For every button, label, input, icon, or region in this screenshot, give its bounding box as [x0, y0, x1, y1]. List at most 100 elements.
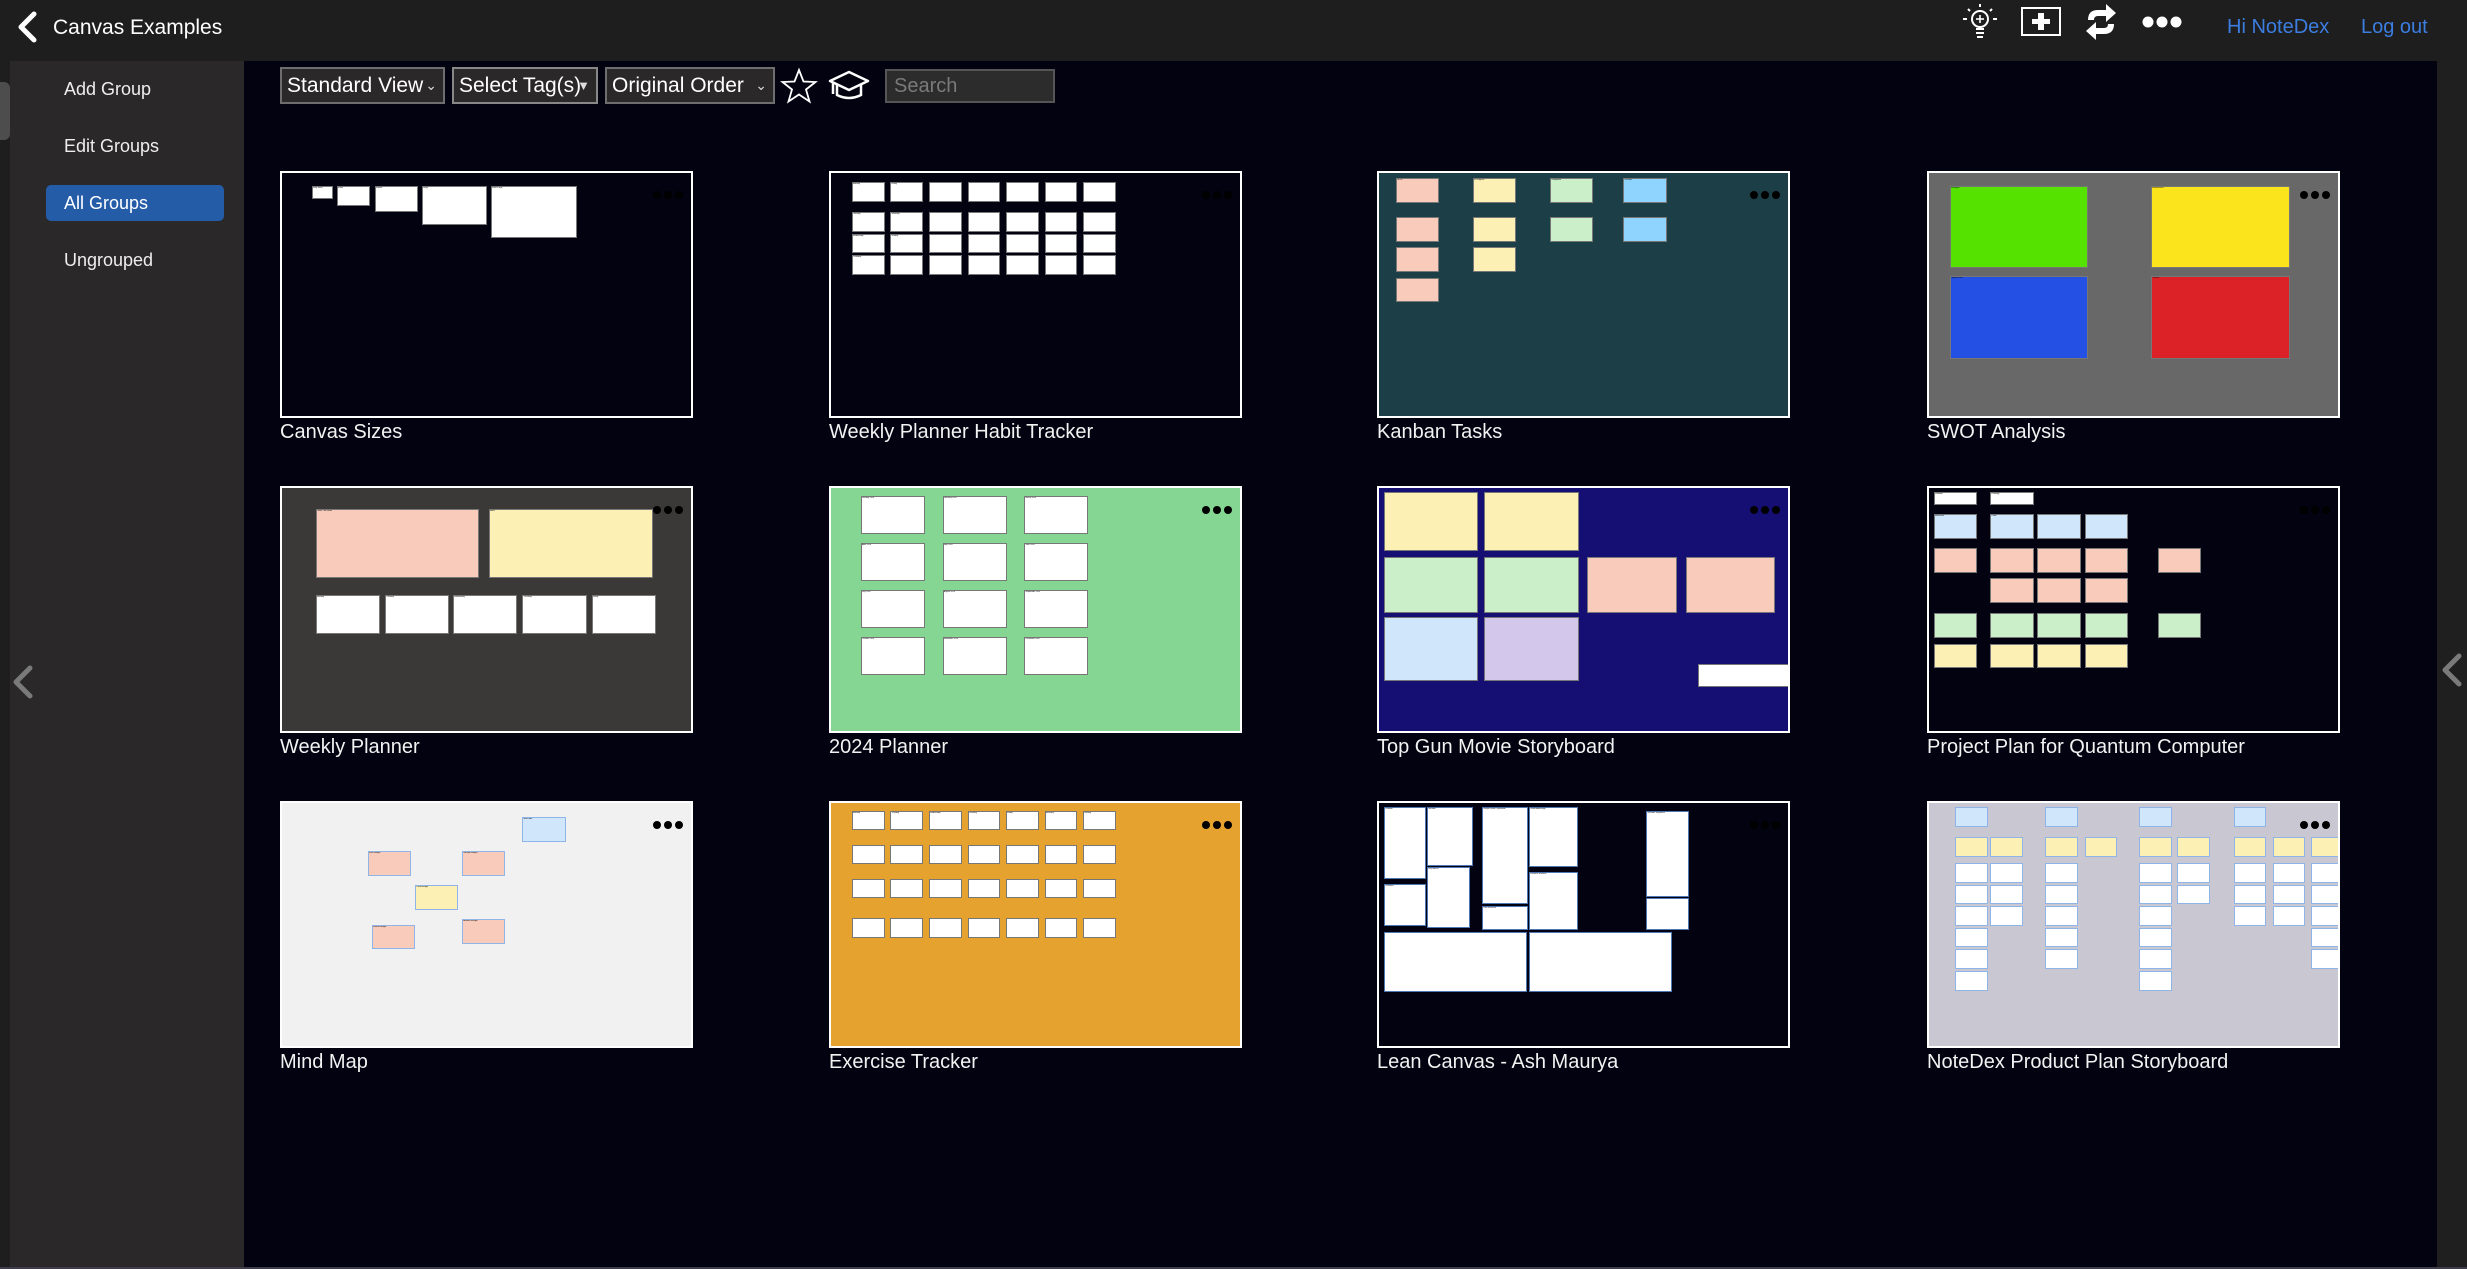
thumbnail-note: [2139, 884, 2173, 905]
canvas-options-button[interactable]: [1202, 191, 1232, 199]
more-dot-icon: [2311, 821, 2319, 829]
thumbnail-note: [2233, 863, 2267, 883]
thumbnail-note: [1044, 255, 1078, 275]
canvas-options-button[interactable]: [2300, 821, 2330, 829]
thumbnail-note: [929, 182, 962, 202]
more-menu-button[interactable]: [2140, 0, 2184, 44]
thumbnail-note: [1395, 277, 1440, 303]
canvas-title[interactable]: Weekly Planner Habit Tracker: [829, 421, 1093, 444]
more-dot-icon: [675, 821, 683, 829]
canvas-title[interactable]: Mind Map: [280, 1051, 368, 1074]
back-button[interactable]: [10, 10, 46, 46]
more-dot-icon: [1761, 821, 1769, 829]
thumbnail-note: Monday: [315, 595, 380, 635]
sync-button[interactable]: [2081, 0, 2121, 44]
canvas-title[interactable]: Project Plan for Quantum Computer: [1927, 736, 2245, 759]
thumbnail-note: [967, 233, 1001, 254]
thumbnail-note: Key Metrics: [1427, 867, 1471, 929]
collapse-sidebar-button[interactable]: [10, 664, 34, 705]
thumbnail-note: Wednesday: [453, 595, 518, 635]
order-select[interactable]: Original Order ⌄: [605, 67, 775, 104]
canvas-thumbnail[interactable]: Monday Tuesday Wednesday Thursday Friday Satu…: [829, 171, 1242, 418]
thumbnail-note: [2139, 970, 2173, 991]
sidebar-scrollbar[interactable]: [0, 82, 10, 140]
canvas-title[interactable]: NoteDex Product Plan Storyboard: [1927, 1051, 2228, 1074]
thumbnail-note: [2310, 949, 2338, 969]
canvas-title[interactable]: Weekly Planner: [280, 736, 420, 759]
search-input[interactable]: [885, 69, 1055, 103]
canvas-options-button[interactable]: [653, 821, 683, 829]
canvas-thumbnail[interactable]: Strengths Weaknesses Opportunities Threats: [1927, 171, 2340, 418]
thumbnail-note: [1044, 878, 1078, 899]
expand-right-panel-button[interactable]: [2439, 652, 2463, 693]
thumbnail-note: [1934, 643, 1978, 669]
canvas-title[interactable]: Exercise Tracker: [829, 1051, 978, 1074]
canvas-title[interactable]: Top Gun Movie Storyboard: [1377, 736, 1615, 759]
canvas-thumbnail[interactable]: Initiation Planning Execution Close: [1927, 486, 2340, 733]
thumbnail-note: [1395, 247, 1440, 273]
thumbnail-note: [2084, 514, 2128, 539]
canvas-options-button[interactable]: [1750, 821, 1780, 829]
thumbnail-note: [2139, 836, 2173, 857]
add-canvas-button[interactable]: [2019, 0, 2063, 44]
user-greeting-link[interactable]: Hi NoteDex: [2227, 16, 2329, 39]
canvas-options-button[interactable]: [1750, 506, 1780, 514]
thumbnail-note: [1083, 255, 1116, 275]
thumbnail-note: Execution: [1934, 514, 1978, 539]
canvas-thumbnail[interactable]: Main Idea First thought Second thought Thir…: [280, 801, 693, 1048]
sidebar-item-ungrouped[interactable]: Ungrouped: [46, 242, 224, 278]
sidebar-item-add-group[interactable]: Add Group: [46, 71, 224, 107]
tutorials-button[interactable]: [828, 69, 872, 103]
thumbnail-note: November 2024: [942, 636, 1007, 675]
tag-select[interactable]: Select Tag(s) ▼: [452, 67, 598, 104]
thumbnail-note: [1083, 918, 1116, 938]
canvas-thumbnail[interactable]: To Do In Progress Completed On Hold: [1377, 171, 1790, 418]
more-dot-icon: [2311, 191, 2319, 199]
canvas-options-button[interactable]: [1202, 506, 1232, 514]
sync-icon: [2086, 4, 2116, 40]
canvas-thumbnail[interactable]: Very Small Small Normal Large Extra Large: [280, 171, 693, 418]
thumbnail-note: [2037, 548, 2081, 573]
canvas-thumbnail[interactable]: Monday Tuesday Wednesday Thursday Friday Satu…: [829, 801, 1242, 1048]
thumbnail-note: Another thought: [462, 919, 506, 945]
thumbnail-note: [967, 918, 1001, 938]
sidebar-item-all-groups[interactable]: All Groups: [46, 185, 224, 221]
thumbnail-note: [1697, 664, 1788, 687]
thumbnail-note: [1395, 217, 1440, 243]
more-dot-icon: [653, 506, 661, 514]
canvas-title[interactable]: SWOT Analysis: [1927, 421, 2066, 444]
canvas-thumbnail[interactable]: Problem Solution Unique Value Proposition U…: [1377, 801, 1790, 1048]
canvas-title[interactable]: Kanban Tasks: [1377, 421, 1502, 444]
thumbnail-note: [1586, 557, 1677, 614]
thumbnail-note: Cost Structure: [1482, 906, 1528, 930]
thumbnail-note: [1550, 217, 1594, 243]
view-select-value: Standard View: [287, 74, 424, 97]
canvas-thumbnail[interactable]: [1377, 486, 1790, 733]
more-dot-icon: [2300, 506, 2308, 514]
canvas-thumbnail[interactable]: [1927, 801, 2340, 1048]
lightbulb-icon: [1963, 4, 1997, 38]
canvas-title[interactable]: Lean Canvas - Ash Maurya: [1377, 1051, 1618, 1074]
add-canvas-icon: [2021, 7, 2061, 36]
canvas-title[interactable]: Canvas Sizes: [280, 421, 402, 444]
thumbnail-note: Friday: [890, 182, 924, 202]
canvas-thumbnail[interactable]: January 2024 February 2024 March 2024 April…: [829, 486, 1242, 733]
thumbnail-note: Saturday: [890, 212, 924, 232]
view-select[interactable]: Standard View ⌄: [280, 67, 445, 104]
canvas-thumbnail[interactable]: Tasks This Week Notes Monday Tuesday Wednesd…: [280, 486, 693, 733]
canvas-options-button[interactable]: [2300, 506, 2330, 514]
lightbulb-button[interactable]: [1958, 0, 2002, 44]
canvas-title[interactable]: 2024 Planner: [829, 736, 948, 759]
thumbnail-note: Fourth thought: [372, 924, 416, 950]
thumbnail-note: [1990, 836, 2024, 857]
canvas-options-button[interactable]: [1202, 821, 1232, 829]
canvas-options-button[interactable]: [2300, 191, 2330, 199]
thumbnail-note: [1006, 844, 1039, 865]
canvas-options-button[interactable]: [653, 191, 683, 199]
thumbnail-note: [1990, 613, 2034, 639]
favorites-filter-button[interactable]: [780, 67, 818, 105]
canvas-options-button[interactable]: [1750, 191, 1780, 199]
logout-link[interactable]: Log out: [2361, 16, 2428, 39]
sidebar-item-edit-groups[interactable]: Edit Groups: [46, 128, 224, 164]
canvas-options-button[interactable]: [653, 506, 683, 514]
